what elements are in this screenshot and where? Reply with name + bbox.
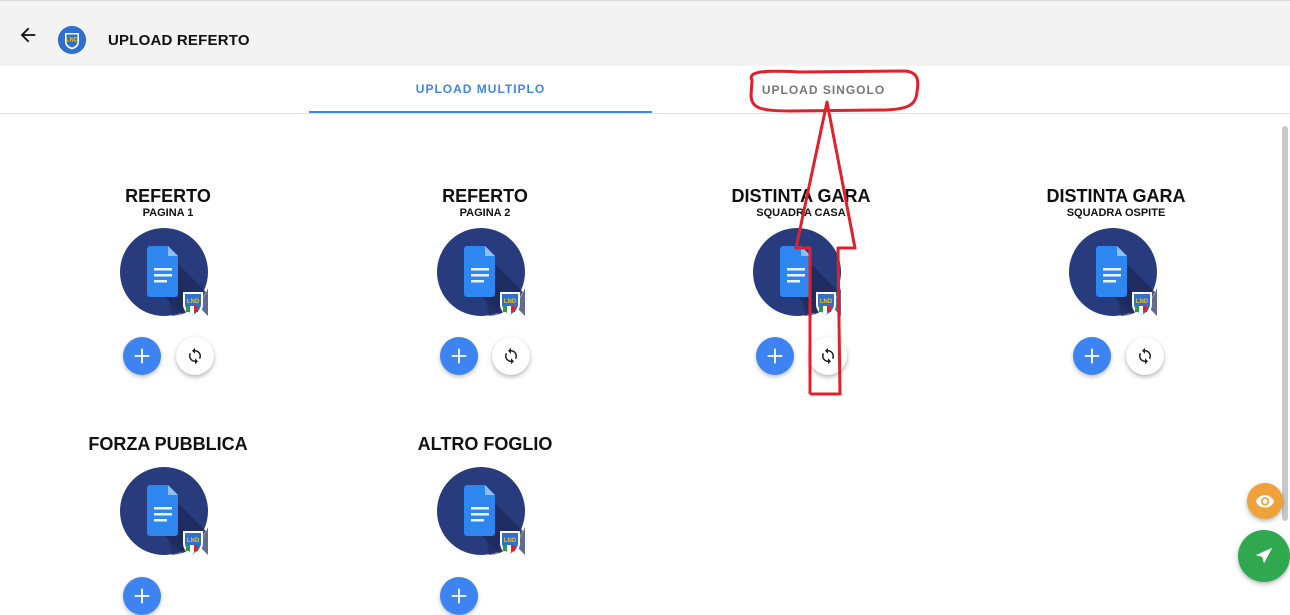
card-title: DISTINTA GARA bbox=[1046, 186, 1186, 206]
document-icon: LND bbox=[437, 467, 525, 556]
svg-text:LND: LND bbox=[820, 299, 833, 305]
plus-icon bbox=[134, 348, 150, 364]
svg-text:LND: LND bbox=[187, 538, 200, 544]
preview-eye-button[interactable] bbox=[1247, 483, 1283, 519]
card-title: REFERTO bbox=[125, 186, 211, 206]
add-button[interactable] bbox=[440, 577, 478, 615]
refresh-icon bbox=[822, 347, 834, 365]
plus-icon bbox=[134, 588, 150, 604]
scrollbar[interactable] bbox=[1282, 126, 1288, 521]
back-arrow-icon[interactable] bbox=[14, 21, 42, 49]
card-referto-pagina-2: REFERTO PAGINA 2 bbox=[385, 186, 585, 220]
svg-text:LND: LND bbox=[1136, 299, 1149, 305]
plus-icon bbox=[1084, 348, 1100, 364]
send-button[interactable] bbox=[1238, 530, 1290, 582]
card-title: REFERTO bbox=[442, 186, 528, 206]
lnd-logo: LND bbox=[58, 26, 86, 54]
refresh-button[interactable] bbox=[492, 337, 530, 375]
card-altro-foglio: ALTRO FOGLIO bbox=[385, 434, 585, 454]
plus-icon bbox=[451, 588, 467, 604]
add-button[interactable] bbox=[123, 577, 161, 615]
tab-upload-singolo[interactable]: UPLOAD SINGOLO bbox=[652, 66, 995, 113]
card-title: ALTRO FOGLIO bbox=[417, 434, 553, 454]
card-subtitle: PAGINA 1 bbox=[142, 207, 194, 219]
plus-icon bbox=[767, 348, 783, 364]
document-icon: LND bbox=[437, 228, 525, 317]
refresh-button[interactable] bbox=[809, 337, 847, 375]
card-subtitle: PAGINA 2 bbox=[459, 207, 511, 219]
card-distinta-gara-ospite: DISTINTA GARA SQUADRA OSPITE bbox=[1016, 186, 1216, 220]
add-button[interactable] bbox=[1073, 337, 1111, 375]
svg-text:LND: LND bbox=[187, 299, 200, 305]
document-icon: LND bbox=[120, 228, 208, 317]
svg-text:LND: LND bbox=[504, 538, 517, 544]
card-subtitle: SQUADRA CASA bbox=[756, 207, 846, 219]
document-icon: LND bbox=[753, 228, 841, 317]
refresh-icon bbox=[189, 347, 201, 365]
refresh-icon bbox=[1139, 347, 1151, 365]
add-button[interactable] bbox=[440, 337, 478, 375]
card-forza-pubblica: FORZA PUBBLICA bbox=[68, 434, 268, 454]
add-button[interactable] bbox=[123, 337, 161, 375]
eye-icon bbox=[1255, 495, 1275, 508]
tab-bar: UPLOAD MULTIPLO UPLOAD SINGOLO bbox=[0, 66, 1290, 114]
document-icon: LND bbox=[120, 467, 208, 556]
document-icon: LND bbox=[1069, 228, 1157, 317]
card-distinta-gara-casa: DISTINTA GARA SQUADRA CASA bbox=[701, 186, 901, 220]
svg-text:LND: LND bbox=[504, 299, 517, 305]
tab-upload-multiplo[interactable]: UPLOAD MULTIPLO bbox=[309, 66, 652, 113]
logo-text: LND bbox=[66, 38, 79, 44]
refresh-button[interactable] bbox=[176, 337, 214, 375]
page-title: UPLOAD REFERTO bbox=[108, 32, 250, 49]
top-bar: LND UPLOAD REFERTO bbox=[0, 0, 1290, 66]
card-title: DISTINTA GARA bbox=[731, 186, 871, 206]
add-button[interactable] bbox=[756, 337, 794, 375]
send-icon bbox=[1255, 547, 1273, 564]
plus-icon bbox=[451, 348, 467, 364]
refresh-button[interactable] bbox=[1126, 337, 1164, 375]
card-title: FORZA PUBBLICA bbox=[88, 434, 248, 454]
refresh-icon bbox=[505, 347, 517, 365]
card-referto-pagina-1: REFERTO PAGINA 1 bbox=[68, 186, 268, 220]
card-subtitle: SQUADRA OSPITE bbox=[1066, 207, 1166, 219]
